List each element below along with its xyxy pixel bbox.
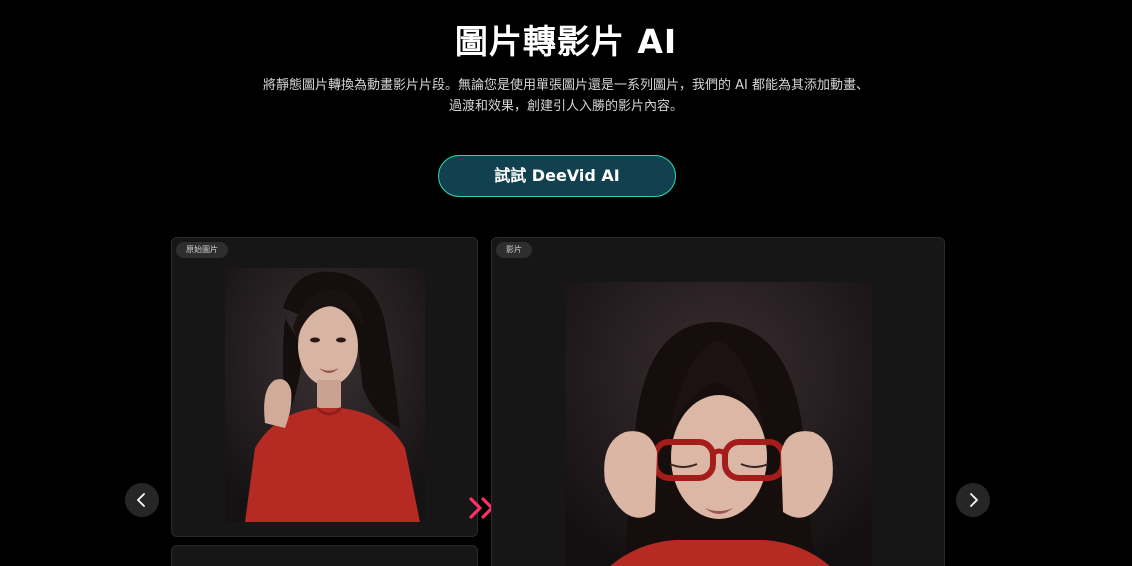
next-example-card bbox=[171, 545, 478, 566]
original-image-card: 原始圖片 bbox=[171, 237, 478, 537]
carousel-prev-button[interactable] bbox=[125, 483, 159, 517]
try-deevid-button[interactable]: 試試 DeeVid AI bbox=[438, 155, 676, 197]
carousel-next-button[interactable] bbox=[956, 483, 990, 517]
video-preview[interactable] bbox=[565, 282, 872, 566]
page-title: 圖片轉影片 AI bbox=[454, 22, 678, 61]
chevron-left-icon bbox=[137, 493, 145, 507]
original-image-tag: 原始圖片 bbox=[176, 242, 228, 258]
description-line-1: 將靜態圖片轉換為動畫影片片段。無論您是使用單張圖片還是一系列圖片，我們的 AI … bbox=[263, 78, 869, 93]
original-photo bbox=[225, 268, 425, 522]
video-card: 影片 bbox=[491, 237, 945, 566]
video-tag: 影片 bbox=[496, 242, 532, 258]
page-description: 將靜態圖片轉換為動畫影片片段。無論您是使用單張圖片還是一系列圖片，我們的 AI … bbox=[236, 75, 896, 117]
chevron-right-icon bbox=[970, 493, 978, 507]
description-line-2: 過渡和效果，創建引人入勝的影片內容。 bbox=[448, 99, 683, 114]
page: 圖片轉影片 AI 將靜態圖片轉換為動畫影片片段。無論您是使用單張圖片還是一系列圖… bbox=[0, 0, 1132, 566]
